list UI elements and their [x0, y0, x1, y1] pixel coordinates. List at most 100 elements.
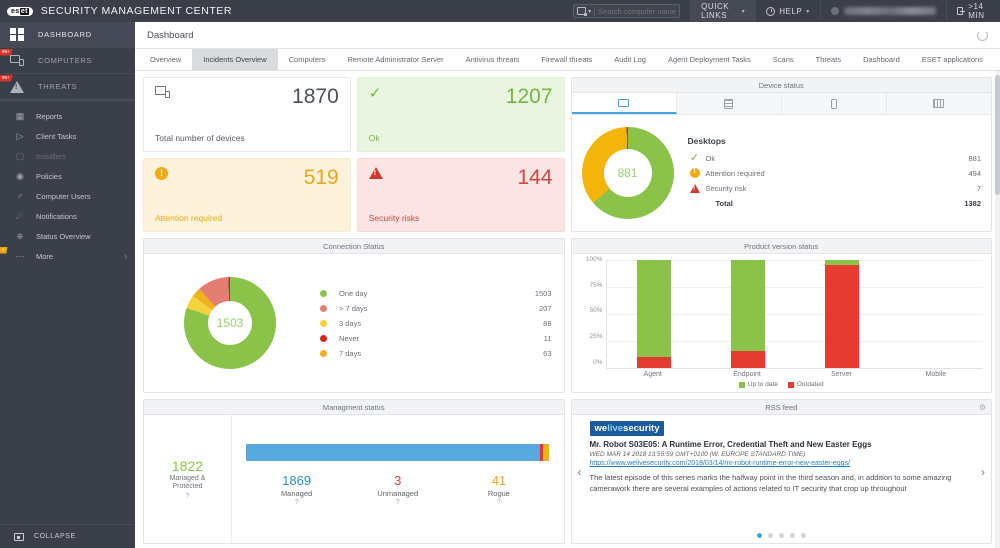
bar-column[interactable] [701, 260, 795, 368]
stat-unmanaged[interactable]: 3 Unmanaged ? [347, 474, 448, 505]
carousel-dot[interactable] [768, 533, 773, 538]
bar-segment[interactable] [246, 444, 540, 461]
search-input[interactable] [598, 7, 676, 16]
device-status-donut[interactable]: 881 [582, 127, 674, 219]
x-axis-labels: Agent Endpoint Server Mobile [580, 371, 984, 378]
tab-scans[interactable]: Scans [762, 49, 805, 70]
help-menu[interactable]: HELP ▾ [755, 0, 820, 22]
sidebar-item-label: Installers [36, 152, 66, 161]
device-tab-desktop[interactable] [572, 93, 677, 114]
sidebar-item-dashboard[interactable]: DASHBOARD [0, 22, 135, 48]
product-version-status-panel: Product version status 100% 75% 50% 25% … [571, 238, 993, 393]
rss-prev-button[interactable]: ‹ [572, 415, 588, 529]
device-tab-server[interactable] [887, 93, 991, 114]
panel-title: RSS feed [765, 403, 797, 412]
legend-row[interactable]: One day 1503 [320, 286, 552, 301]
rss-link[interactable]: https://www.welivesecurity.com/2018/03/1… [590, 460, 974, 467]
legend-label: Attention required [706, 169, 765, 178]
user-menu[interactable] [820, 0, 946, 22]
stat-rogue[interactable]: 41 Rogue ? [448, 474, 549, 505]
device-tab-rack[interactable] [677, 93, 782, 114]
managment-stacked-bar[interactable] [246, 444, 550, 461]
legend-row-attention[interactable]: Attention required 494 [688, 166, 982, 181]
legend-row[interactable]: > 7 days 207 [320, 301, 552, 316]
tab-overview[interactable]: Overview [139, 49, 192, 70]
panel-title: Device status [759, 81, 804, 90]
kpi-label: Attention required [155, 213, 339, 223]
tab-audit-log[interactable]: Audit Log [603, 49, 657, 70]
tab-threats[interactable]: Threats [805, 49, 852, 70]
bar-column[interactable] [607, 260, 701, 368]
kpi-total-devices[interactable]: 1870 Total number of devices [143, 77, 351, 152]
bar-segment[interactable] [543, 444, 549, 461]
chevron-down-icon[interactable]: ▾ [588, 8, 591, 15]
sidebar-item-computer-users[interactable]: ♂ Computer Users [0, 186, 135, 206]
tab-incidents-overview[interactable]: Incidents Overview [192, 49, 277, 70]
sidebar-item-client-tasks[interactable]: ▷ Client Tasks [0, 126, 135, 146]
kpi-ok[interactable]: ✓ 1207 Ok [357, 77, 565, 152]
bar-segment-outdated[interactable] [825, 265, 859, 368]
y-tick: 75% [589, 283, 602, 290]
carousel-dot[interactable] [779, 533, 784, 538]
tab-computers[interactable]: Computers [278, 49, 337, 70]
bar-segment-up-to-date[interactable] [637, 260, 671, 357]
tab-dashboard[interactable]: Dashboard [852, 49, 911, 70]
rss-next-button[interactable]: › [975, 415, 991, 529]
tab-agent-deployment-tasks[interactable]: Agent Deployment Tasks [657, 49, 762, 70]
bar-segment-outdated[interactable] [637, 357, 671, 368]
device-tab-mobile[interactable] [782, 93, 887, 114]
stat-managed[interactable]: 1869 Managed ? [246, 474, 347, 505]
quick-links-menu[interactable]: QUICK LINKS ▾ [690, 0, 755, 22]
legend-row-security-risk[interactable]: Security risk 7 [688, 181, 982, 196]
bar-segment-up-to-date[interactable] [731, 260, 765, 351]
tab-antivirus-threats[interactable]: Antivirus threats [455, 49, 531, 70]
warning-triangle-icon [369, 167, 383, 179]
managed-protected-summary: 1822 Managed &Protected ? [144, 415, 232, 543]
legend-row[interactable]: 7 days 63 [320, 346, 552, 361]
add-tab-button[interactable]: + [994, 49, 1000, 70]
legend-swatch [788, 382, 794, 388]
tab-eset-applications[interactable]: ESET applications [911, 49, 994, 70]
sidebar-item-notifications[interactable]: ☄ Notifications [0, 206, 135, 226]
collapse-button[interactable]: COLLAPSE [0, 524, 135, 548]
panel-body: 100% 75% 50% 25% 0% [572, 254, 992, 392]
sidebar-item-label: Policies [36, 172, 62, 181]
tab-firewall-threats[interactable]: Firewall threats [530, 49, 603, 70]
help-icon[interactable]: ? [186, 493, 190, 500]
sidebar-item-policies[interactable]: ◉ Policies [0, 166, 135, 186]
refresh-icon[interactable] [977, 30, 988, 41]
help-icon[interactable]: ? [448, 499, 549, 506]
help-icon[interactable]: ? [246, 499, 347, 506]
legend-entry-up-to-date[interactable]: Up to date [739, 381, 778, 388]
scrollbar-thumb[interactable] [995, 75, 1000, 195]
legend-row[interactable]: Never 11 [320, 331, 552, 346]
connection-status-donut[interactable]: 1503 [184, 277, 276, 369]
session-timer[interactable]: >14 MIN [946, 0, 1000, 22]
sidebar-item-more[interactable]: 1 ⋯ More › [0, 246, 135, 266]
kpi-security-risks[interactable]: 144 Security risks [357, 158, 565, 233]
gear-icon[interactable]: ⚙ [979, 403, 986, 412]
bar-column[interactable] [889, 260, 983, 368]
sidebar-item-installers[interactable]: ▢ Installers [0, 146, 135, 166]
sidebar-item-status-overview[interactable]: ⎈ Status Overview [0, 226, 135, 246]
panel-body: 881 Desktops ✓ Ok 881 [572, 93, 992, 231]
vertical-scrollbar[interactable] [995, 71, 1000, 548]
bar-segment-outdated[interactable] [731, 351, 765, 368]
legend-row-ok[interactable]: ✓ Ok 881 [688, 151, 982, 166]
carousel-dot[interactable] [790, 533, 795, 538]
carousel-dot[interactable] [757, 533, 762, 538]
bell-icon: ☄ [14, 212, 26, 221]
carousel-dot[interactable] [801, 533, 806, 538]
sidebar-item-threats[interactable]: 99+ THREATS [0, 74, 135, 100]
sidebar-item-label: More [36, 252, 53, 261]
kpi-attention-required[interactable]: 519 Attention required [143, 158, 351, 233]
tab-remote-administrator-server[interactable]: Remote Administrator Server [336, 49, 454, 70]
sidebar-item-computers[interactable]: 99+ COMPUTERS [0, 48, 135, 74]
bar-column[interactable] [795, 260, 889, 368]
legend-value: 1503 [535, 289, 552, 298]
legend-entry-outdated[interactable]: Outdated [788, 381, 824, 388]
legend-row[interactable]: 3 days 88 [320, 316, 552, 331]
sidebar-item-reports[interactable]: ▦ Reports [0, 106, 135, 126]
help-icon[interactable]: ? [347, 499, 448, 506]
search-box[interactable]: ▾ [573, 4, 680, 18]
